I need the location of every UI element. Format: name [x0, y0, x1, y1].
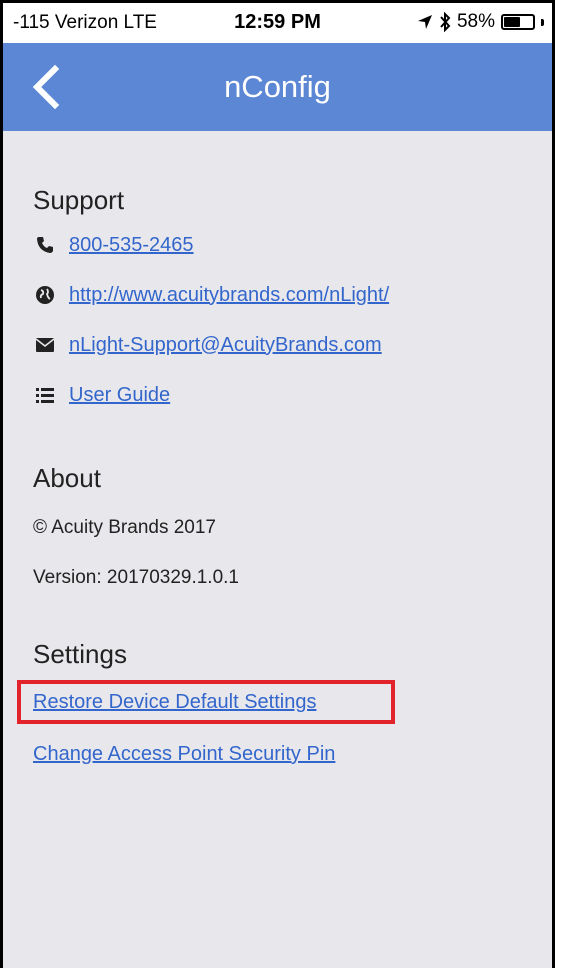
copyright-text: © Acuity Brands 2017 — [33, 517, 216, 538]
settings-heading: Settings — [33, 639, 127, 669]
battery-icon — [501, 14, 535, 30]
user-guide-link[interactable]: User Guide — [69, 384, 170, 407]
list-icon — [33, 383, 57, 407]
support-heading: Support — [33, 185, 125, 215]
phone-link[interactable]: 800-535-2465 — [69, 234, 194, 257]
support-website-row: http://www.acuitybrands.com/nLight/ — [33, 283, 389, 307]
version-text: Version: 20170329.1.0.1 — [33, 567, 240, 588]
support-phone-row: 800-535-2465 — [33, 233, 194, 257]
about-heading: About — [33, 463, 101, 493]
status-right: 58% — [417, 11, 544, 33]
globe-icon — [33, 283, 57, 307]
location-arrow-icon — [417, 15, 432, 29]
battery-tip — [541, 18, 544, 26]
app-frame: -115 Verizon LTE 12:59 PM 58% nConfig Su… — [0, 0, 555, 968]
support-guide-row: User Guide — [33, 383, 170, 407]
change-pin-row: Change Access Point Security Pin — [33, 743, 335, 766]
status-bar: -115 Verizon LTE 12:59 PM 58% — [3, 3, 552, 43]
change-pin-link[interactable]: Change Access Point Security Pin — [33, 743, 335, 766]
highlight-box — [17, 680, 395, 724]
support-email-row: nLight-Support@AcuityBrands.com — [33, 333, 382, 357]
phone-icon — [33, 233, 57, 257]
envelope-icon — [33, 333, 57, 357]
battery-percent: 58% — [456, 11, 495, 32]
page-title: nConfig — [224, 69, 331, 104]
email-link[interactable]: nLight-Support@AcuityBrands.com — [69, 334, 382, 357]
nav-bar: nConfig — [3, 43, 552, 131]
website-link[interactable]: http://www.acuitybrands.com/nLight/ — [69, 284, 389, 307]
battery-fill — [504, 17, 520, 27]
bluetooth-icon — [440, 12, 451, 32]
